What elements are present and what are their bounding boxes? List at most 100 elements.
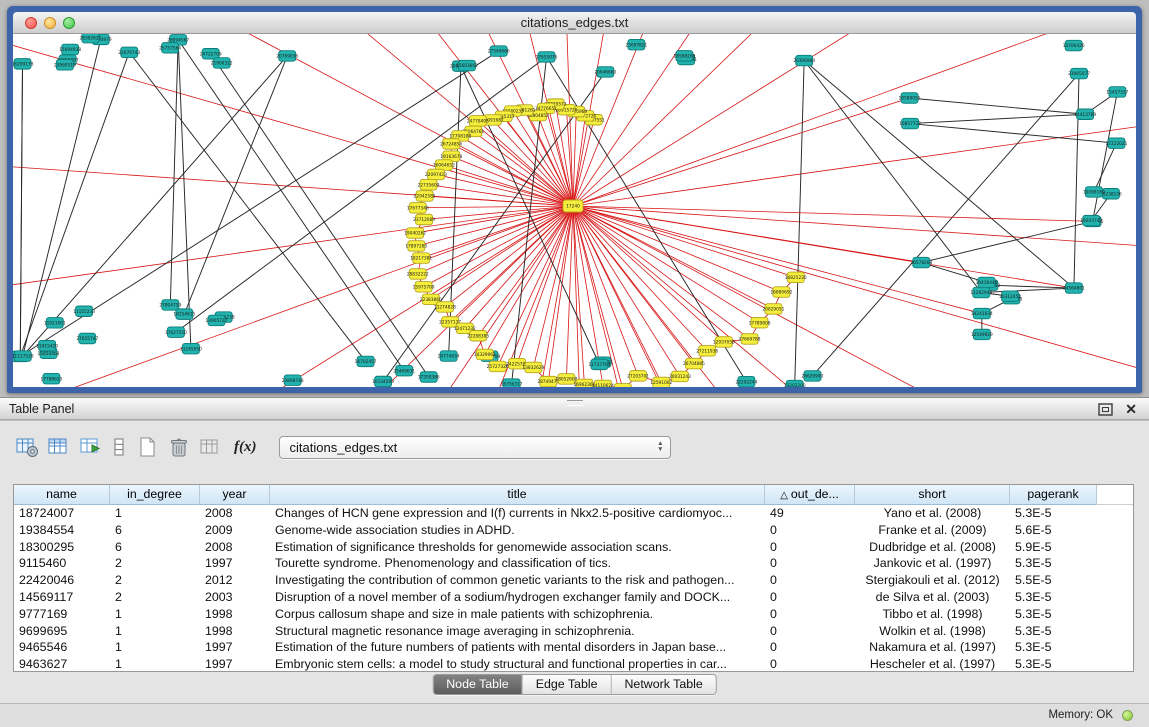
table-cell: 9699695 [14, 623, 110, 640]
table-cell: 1997 [200, 639, 270, 656]
table-cell: 9115460 [14, 555, 110, 572]
table-panel-header: Table Panel ✕ [0, 397, 1149, 420]
table-cell: Tibbo et al. (1998) [855, 606, 1010, 623]
table-header-row: name in_degree year title △out_de... sho… [14, 485, 1133, 505]
graph-node-label: 11915429 [36, 343, 58, 349]
table-cell: 9463627 [14, 656, 110, 672]
table-header-cell[interactable]: pagerank [1010, 485, 1097, 505]
table-row[interactable]: 1456911722003Disruption of a novel membe… [14, 589, 1133, 606]
table-cell: 1 [110, 623, 200, 640]
table-cell: Yano et al. (2008) [855, 505, 1010, 522]
graph-edge [910, 98, 1086, 114]
table-header-cell[interactable]: in_degree [110, 485, 200, 505]
graph-node-label: 20774634 [438, 354, 460, 360]
graph-node-label: 22097423 [425, 172, 447, 178]
table-cell: 5.3E-5 [1010, 505, 1097, 522]
table-selector[interactable]: citations_edges.txt ▲▼ [279, 436, 671, 459]
graph-node-label: 24778495 [467, 118, 489, 124]
network-svg[interactable]: 1032397928392621149120972267674315694938… [13, 34, 1136, 387]
graph-node-label: 15975709 [413, 284, 435, 290]
table-row[interactable]: 1938455462009Genome-wide association stu… [14, 522, 1133, 539]
table-header-cell[interactable]: short [855, 485, 1010, 505]
new-column-icon[interactable] [134, 434, 160, 460]
graph-node-label: 23097821 [625, 42, 647, 48]
table-cell: 2 [110, 572, 200, 589]
table-header-cell[interactable]: name [14, 485, 110, 505]
graph-edge [573, 34, 1136, 206]
tab-edge-table[interactable]: Edge Table [522, 675, 611, 694]
graph-node-label: 17240 [566, 204, 580, 210]
graph-edge [178, 40, 191, 349]
table-row[interactable]: 1872400712008Changes of HCN gene express… [14, 505, 1133, 522]
graph-node-label: 10134209 [372, 379, 394, 385]
table-cell: 1997 [200, 656, 270, 672]
graph-node-label: 20829051 [763, 307, 785, 313]
graph-node-label: 20646680 [594, 70, 616, 76]
graph-node-label: 10416446 [976, 280, 998, 286]
graph-node-label: 11737703 [588, 362, 610, 368]
graph-edge [910, 124, 1116, 144]
tab-node-table[interactable]: Node Table [433, 675, 521, 694]
graph-node-label: 12937058 [713, 340, 735, 346]
graph-node-label: 27655747 [76, 336, 98, 342]
table-settings-icon[interactable] [14, 434, 40, 460]
graph-node-label: 17200386 [418, 375, 440, 381]
graph-edge [573, 34, 1136, 206]
table-cell: 6 [110, 539, 200, 556]
tab-network-table[interactable]: Network Table [610, 675, 715, 694]
close-panel-icon[interactable]: ✕ [1125, 398, 1137, 420]
graph-node-label: 23808748 [282, 378, 304, 384]
network-window-titlebar[interactable]: citations_edges.txt [13, 12, 1136, 34]
graph-node-label: 27549666 [488, 49, 510, 55]
status-bar: Memory: OK [0, 703, 1149, 727]
graph-edge [921, 221, 1092, 262]
graph-node-label: 14329962 [474, 352, 496, 358]
graph-edge [1074, 74, 1079, 288]
table-cell: 22420046 [14, 572, 110, 589]
table-row[interactable]: 2242004622012Investigating the contribut… [14, 572, 1133, 589]
table-tabs: Node Table Edge Table Network Table [432, 674, 717, 695]
graph-edge [533, 206, 573, 367]
table-cell: Changes of HCN gene expression and I(f) … [270, 505, 765, 522]
memory-indicator-icon [1122, 710, 1133, 721]
function-builder-icon[interactable]: f(x) [234, 439, 257, 456]
table-header-cell-sorted[interactable]: △out_de... [765, 485, 855, 505]
table-cell: 5.5E-5 [1010, 572, 1097, 589]
table-cell: 0 [765, 539, 855, 556]
graph-node-label: 27203701 [627, 373, 649, 379]
rows-icon[interactable] [110, 434, 128, 460]
graph-edge [795, 61, 804, 386]
graph-node-label: 13832629 [522, 365, 544, 371]
table-header-cell[interactable]: year [200, 485, 270, 505]
graph-edge [573, 34, 1136, 206]
graph-edge [478, 206, 573, 336]
delete-column-icon[interactable] [166, 434, 192, 460]
graph-node-label: 17789808 [749, 320, 771, 326]
table-row[interactable]: 969969511998Structural magnetic resonanc… [14, 623, 1133, 640]
column-visibility-icon[interactable] [46, 434, 72, 460]
table-row[interactable]: 946362711997Embryonic stem cells: a mode… [14, 656, 1133, 672]
table-cell: 2012 [200, 572, 270, 589]
table-row[interactable]: 1830029562008Estimation of significance … [14, 539, 1133, 556]
table-row[interactable]: 911546021997Tourette syndrome. Phenomeno… [14, 555, 1133, 572]
network-canvas[interactable]: 1032397928392621149120972267674315694938… [13, 34, 1136, 387]
graph-edge [211, 54, 429, 377]
table-cell: Estimation of significance thresholds fo… [270, 539, 765, 556]
memory-status: Memory: OK [1048, 709, 1113, 721]
graph-node-label: 17627550 [165, 330, 187, 336]
graph-edge [450, 206, 573, 322]
panel-drag-grip[interactable] [567, 400, 583, 406]
float-panel-icon[interactable] [1098, 403, 1113, 416]
graph-node-label: 23960515 [54, 62, 76, 68]
graph-node-label: 20306984 [793, 58, 815, 64]
table-row[interactable]: 946554611997Estimation of the future num… [14, 639, 1133, 656]
import-table-icon[interactable] [78, 434, 104, 460]
graph-node-label: 16880692 [770, 290, 792, 296]
graph-edge [1094, 143, 1117, 192]
graph-node-label: 19040262 [404, 231, 426, 237]
graph-node-label: 25757564 [159, 45, 181, 51]
table-header-cell[interactable]: title [270, 485, 765, 505]
graph-node-label: 15694938 [59, 47, 81, 53]
table-row[interactable]: 977716911998Corpus callosum shape and si… [14, 606, 1133, 623]
table-cell: 0 [765, 639, 855, 656]
